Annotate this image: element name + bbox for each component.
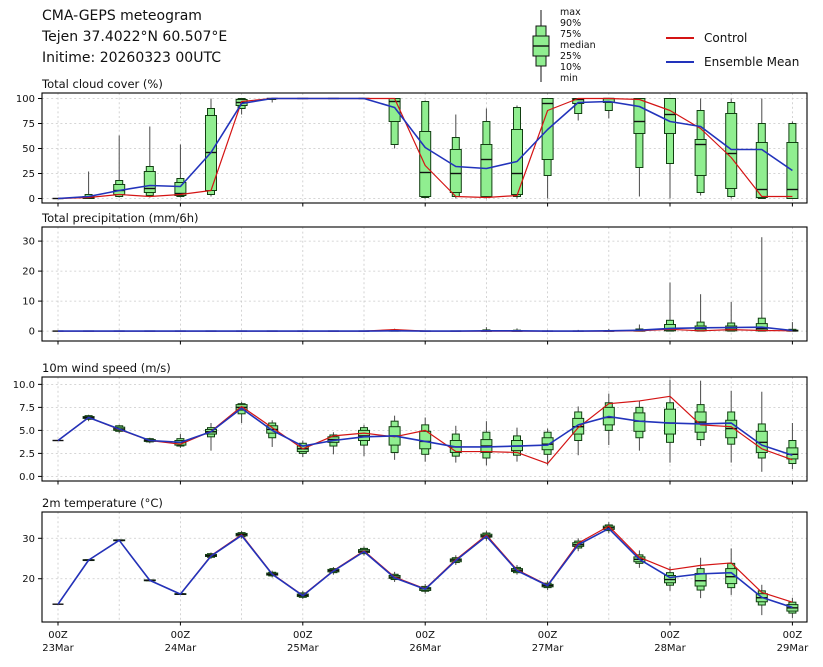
boxplot-cloud-cover-h24 [175,145,186,198]
ytick-label: 5.0 [19,426,35,437]
boxplot-wind-speed-h126 [695,381,706,446]
boxplot-wind-speed-h66 [389,416,400,460]
xtick-time-label: 00Z [415,630,435,641]
boxplot-cloud-cover-h6 [83,172,94,199]
ytick-label: 7.5 [19,403,35,414]
xtick-time-label: 00Z [293,630,313,641]
boxplot-wind-speed-h108 [603,394,614,446]
ytick-label: 75 [22,119,35,130]
xtick-date-label: 23Mar [42,643,74,654]
boxplot-cloud-cover-h126 [695,99,706,196]
boxplot-wind-speed-h120 [665,380,676,463]
ytick-label: 50 [22,144,35,155]
panel-cloud-cover: 0 25 50 75 100 Total cloud cover (%) [16,77,807,207]
xtick-time-label: 00Z [171,630,191,641]
boxplot-wind-speed-h30 [206,423,217,451]
boxplot-precipitation-h120 [665,283,676,332]
boxplot-cloud-cover-h144 [787,122,798,199]
boxplot-cloud-cover-h114 [634,99,645,197]
boxplot-cloud-cover-h78 [450,115,461,199]
panel-wind-speed: 0.0 2.5 5.0 7.5 10.0 10m wind speed (m/s) [13,361,807,485]
boxplot-wind-speed-h84 [481,421,492,465]
ytick-label: 2.5 [19,449,35,460]
boxplot-precipitation-h138 [756,237,767,331]
boxplot-wind-speed-h144 [787,423,798,469]
boxplot-cloud-cover-h120 [665,99,676,199]
xtick-time-label: 00Z [538,630,558,641]
xtick-date-label: 27Mar [532,643,564,654]
boxplot-wind-speed-h102 [573,406,584,455]
ytick-label: 30 [22,534,35,545]
boxplot-cloud-cover-h84 [481,109,492,199]
boxplot-wind-speed-h72 [420,417,431,461]
ytick-label: 30 [22,237,35,248]
boxplot-cloud-cover-h138 [756,99,767,199]
panel-title-temperature: 2m temperature (°C) [42,496,163,510]
xtick-date-label: 26Mar [409,643,441,654]
ytick-label: 0 [29,327,35,338]
ytick-label: 10.0 [13,380,35,391]
xtick-time-label: 00Z [783,630,803,641]
panel-title-cloud-cover: Total cloud cover (%) [41,77,163,91]
xtick-date-label: 24Mar [165,643,197,654]
boxplot-cloud-cover-h12 [114,136,125,198]
boxplot-precipitation-h126 [695,294,706,331]
xtick-time-label: 00Z [48,630,68,641]
boxplot-wind-speed-h90 [512,428,523,462]
ytick-label: 25 [22,169,35,180]
boxplot-temperature-h126 [695,558,706,598]
xtick-date-label: 28Mar [654,643,686,654]
ytick-label: 20 [22,267,35,278]
ytick-label: 0.0 [19,472,35,483]
panel-precipitation: 0 10 20 30 Total precipitation (mm/6h) [22,211,807,345]
panel-temperature: 20 30 2m temperature (°C) [22,496,807,626]
boxplot-wind-speed-h138 [756,392,767,472]
ytick-label: 20 [22,574,35,585]
ytick-label: 100 [16,94,35,105]
xtick-date-label: 29Mar [777,643,809,654]
boxplot-wind-speed-h60 [359,425,370,456]
boxplot-cloud-cover-h96 [542,99,553,199]
xtick-time-label: 00Z [660,630,680,641]
meteogram-app: CMA-GEPS meteogram Tejen 37.4022°N 60.50… [0,0,823,667]
boxplot-wind-speed-h36 [236,402,247,423]
ytick-label: 0 [29,194,35,205]
panel-title-precipitation: Total precipitation (mm/6h) [41,211,198,225]
boxplot-wind-speed-h78 [450,426,461,463]
boxplot-temperature-h132 [726,548,737,595]
meteogram-chart: 0 25 50 75 100 Total cloud cover (%) 0 10 20 30 To… [0,0,823,667]
ytick-label: 10 [22,297,35,308]
xtick-date-label: 25Mar [287,643,319,654]
boxplot-wind-speed-h114 [634,401,645,451]
panel-title-wind-speed: 10m wind speed (m/s) [42,361,171,375]
